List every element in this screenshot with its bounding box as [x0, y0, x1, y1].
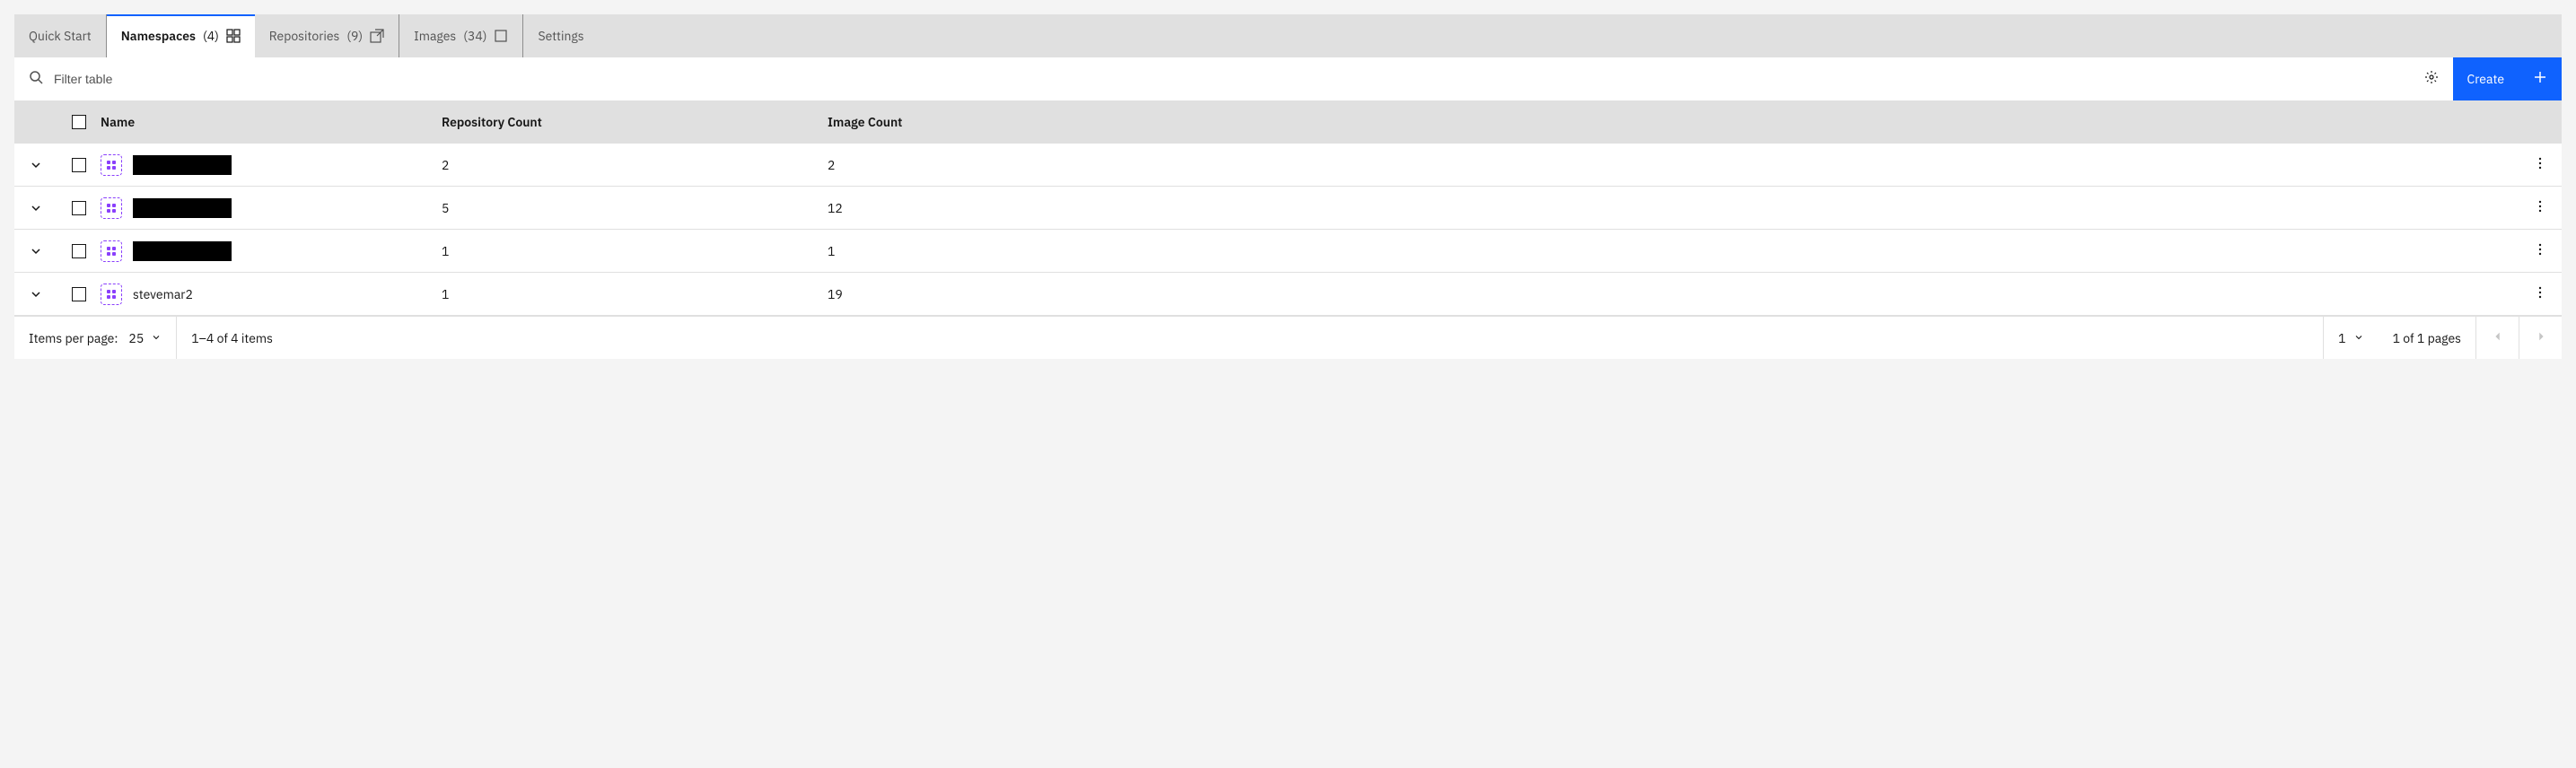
chevron-down-icon [151, 330, 162, 346]
row-checkbox[interactable] [72, 244, 86, 258]
namespaces-table: Name Repository Count Image Count 2 2 [14, 100, 2562, 316]
square-icon [494, 29, 508, 43]
items-per-page-value: 25 [128, 330, 144, 346]
cell-repo-count: 2 [442, 157, 828, 173]
table-row: stevemar2 1 19 [14, 273, 2562, 316]
expand-row-button[interactable] [29, 244, 43, 258]
items-per-page-select[interactable]: 25 [128, 330, 162, 346]
table-row: 1 1 [14, 230, 2562, 273]
grid-icon [226, 29, 241, 43]
row-overflow-menu[interactable] [2533, 285, 2547, 303]
tab-count: (34) [463, 28, 486, 44]
tab-label: Namespaces [121, 28, 196, 44]
namespace-name-redacted [133, 198, 232, 218]
search-icon [29, 70, 43, 88]
next-page-button[interactable] [2519, 317, 2562, 359]
chevron-down-icon [2353, 330, 2364, 346]
cell-image-count: 1 [828, 243, 2519, 259]
table-header: Name Repository Count Image Count [14, 100, 2562, 144]
tab-label: Quick Start [29, 28, 92, 44]
pagination-range: 1–4 of 4 items [177, 317, 2323, 359]
caret-left-icon [2492, 330, 2504, 346]
tab-label: Images [414, 28, 456, 44]
tab-quick-start[interactable]: Quick Start [14, 14, 107, 57]
cell-image-count: 12 [828, 200, 2519, 216]
expand-row-button[interactable] [29, 287, 43, 301]
create-label: Create [2467, 71, 2504, 87]
pagination-pages-text: 1 of 1 pages [2379, 317, 2475, 359]
plus-icon [2533, 70, 2547, 88]
namespace-icon [101, 154, 122, 176]
expand-row-button[interactable] [29, 158, 43, 172]
cell-image-count: 2 [828, 157, 2519, 173]
toolbar: Create [14, 57, 2562, 100]
search-input[interactable] [54, 72, 2396, 86]
tab-count: (4) [203, 28, 219, 44]
namespace-icon [101, 284, 122, 305]
namespace-name[interactable]: stevemar2 [133, 286, 193, 302]
expand-row-button[interactable] [29, 201, 43, 215]
tab-namespaces[interactable]: Namespaces (4) [107, 14, 255, 57]
namespace-name-redacted [133, 155, 232, 175]
namespace-name-redacted [133, 241, 232, 261]
tab-label: Settings [538, 28, 583, 44]
column-header-repo[interactable]: Repository Count [442, 114, 828, 130]
tab-repositories[interactable]: Repositories (9) [255, 14, 399, 57]
select-all-checkbox[interactable] [72, 115, 86, 129]
row-checkbox[interactable] [72, 287, 86, 301]
namespace-icon [101, 240, 122, 262]
search-area [14, 57, 2410, 100]
row-overflow-menu[interactable] [2533, 199, 2547, 217]
tab-images[interactable]: Images (34) [399, 14, 523, 57]
cell-repo-count: 5 [442, 200, 828, 216]
items-per-page-label: Items per page: [29, 330, 118, 346]
create-button[interactable]: Create [2453, 57, 2562, 100]
tab-label: Repositories [269, 28, 340, 44]
tab-settings[interactable]: Settings [523, 14, 598, 57]
page-number-select[interactable]: 1 [2323, 317, 2378, 359]
caret-right-icon [2535, 330, 2547, 346]
toolbar-actions: Create [2410, 57, 2562, 100]
column-header-name[interactable]: Name [101, 114, 442, 130]
column-header-image[interactable]: Image Count [828, 114, 2519, 130]
row-checkbox[interactable] [72, 158, 86, 172]
table-row: 2 2 [14, 144, 2562, 187]
row-overflow-menu[interactable] [2533, 242, 2547, 260]
namespace-icon [101, 197, 122, 219]
launch-icon [370, 29, 384, 43]
prev-page-button[interactable] [2475, 317, 2519, 359]
gear-icon [2424, 70, 2439, 88]
table-settings-button[interactable] [2410, 57, 2453, 100]
row-overflow-menu[interactable] [2533, 156, 2547, 174]
table-row: 5 12 [14, 187, 2562, 230]
page-number-value: 1 [2338, 330, 2345, 346]
row-checkbox[interactable] [72, 201, 86, 215]
pagination: Items per page: 25 1–4 of 4 items 1 1 of… [14, 316, 2562, 359]
tabs: Quick Start Namespaces (4) Repositories … [14, 14, 2562, 57]
tab-count: (9) [346, 28, 363, 44]
cell-repo-count: 1 [442, 286, 828, 302]
cell-repo-count: 1 [442, 243, 828, 259]
cell-image-count: 19 [828, 286, 2519, 302]
